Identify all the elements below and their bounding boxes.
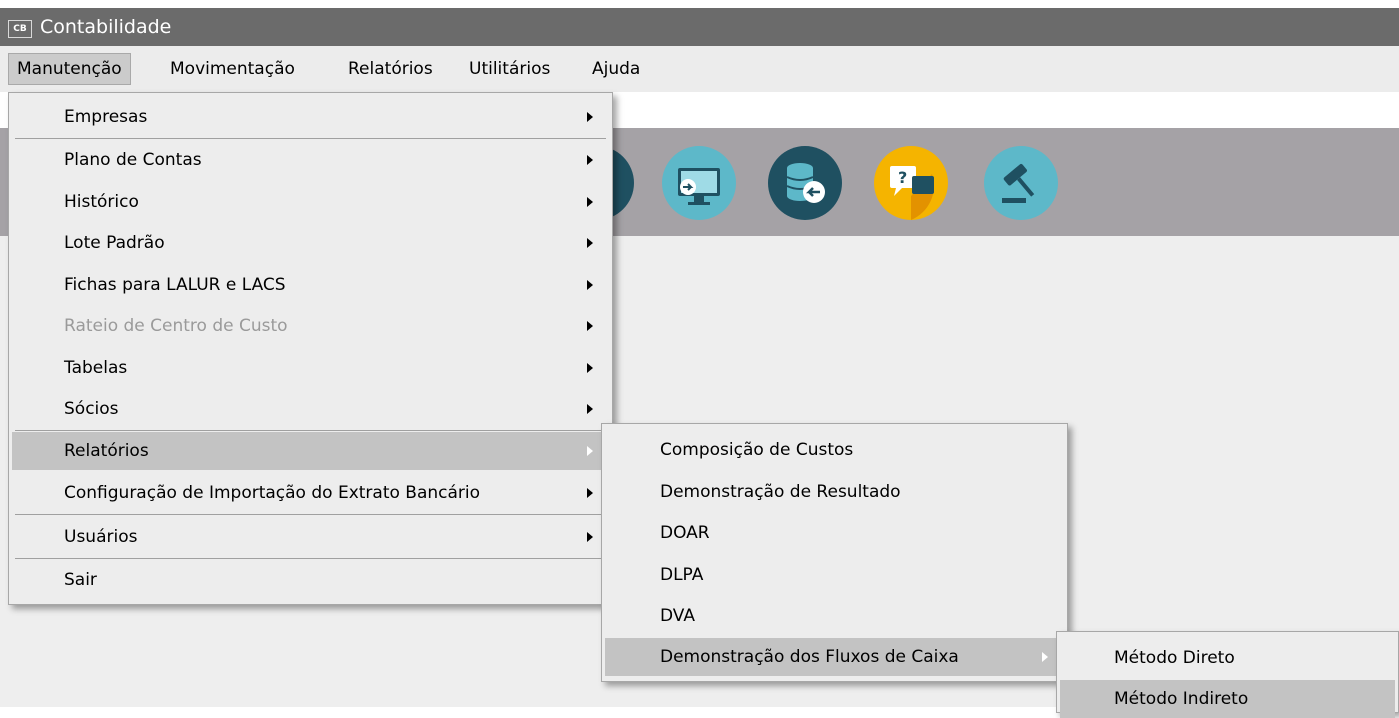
submenu-arrow-icon <box>587 404 593 414</box>
menu-item-socios[interactable]: Sócios <box>12 390 609 428</box>
menu-separator <box>15 138 606 139</box>
menu-ajuda[interactable]: Ajuda <box>584 54 648 84</box>
menu-item-plano-de-contas[interactable]: Plano de Contas <box>12 141 609 179</box>
menu-separator <box>15 558 606 559</box>
menu-item-composicao-custos[interactable]: Composição de Custos <box>605 431 1064 469</box>
menu-item-sair[interactable]: Sair <box>12 561 609 599</box>
submenu-arrow-icon <box>587 321 593 331</box>
help-chat-icon[interactable]: ? <box>874 146 948 220</box>
submenu-arrow-icon <box>587 238 593 248</box>
menu-item-dlpa[interactable]: DLPA <box>605 556 1064 594</box>
menu-item-metodo-direto[interactable]: Método Direto <box>1060 639 1395 677</box>
menu-separator <box>15 430 606 431</box>
gavel-icon[interactable] <box>984 146 1058 220</box>
menu-movimentacao[interactable]: Movimentação <box>162 54 303 84</box>
menu-item-lote-padrao[interactable]: Lote Padrão <box>12 224 609 262</box>
database-arrow-icon[interactable] <box>768 146 842 220</box>
title-bar: CB Contabilidade <box>0 8 1399 46</box>
submenu-arrow-icon <box>587 488 593 498</box>
submenu-arrow-icon <box>587 155 593 165</box>
submenu-arrow-icon <box>587 363 593 373</box>
menu-item-fichas-lalur[interactable]: Fichas para LALUR e LACS <box>12 266 609 304</box>
menu-item-demonstracao-fluxos-caixa[interactable]: Demonstração dos Fluxos de Caixa <box>605 638 1064 676</box>
menu-item-doar[interactable]: DOAR <box>605 514 1064 552</box>
submenu-arrow-icon <box>587 280 593 290</box>
submenu-arrow-icon <box>587 112 593 122</box>
menu-separator <box>15 514 606 515</box>
menu-item-tabelas[interactable]: Tabelas <box>12 349 609 387</box>
submenu-arrow-icon <box>1042 652 1048 662</box>
menu-item-rateio-centro-custo: Rateio de Centro de Custo <box>12 307 609 345</box>
relatorios-submenu: Composição de Custos Demonstração de Res… <box>601 423 1068 682</box>
window-title: Contabilidade <box>40 16 172 38</box>
menu-relatorios[interactable]: Relatórios <box>340 54 441 84</box>
fluxos-caixa-submenu: Método Direto Método Indireto <box>1056 631 1399 718</box>
app-icon: CB <box>8 20 32 38</box>
menu-item-historico[interactable]: Histórico <box>12 183 609 221</box>
menu-bar: Manutenção Movimentação Relatórios Utili… <box>0 46 1399 92</box>
submenu-arrow-icon <box>587 446 593 456</box>
menu-item-dva[interactable]: DVA <box>605 597 1064 635</box>
submenu-arrow-icon <box>587 197 593 207</box>
submenu-arrow-icon <box>587 532 593 542</box>
menu-item-relatorios[interactable]: Relatórios <box>12 432 609 470</box>
manutencao-menu: Empresas Plano de Contas Histórico Lote … <box>8 92 613 605</box>
menu-item-usuarios[interactable]: Usuários <box>12 518 609 556</box>
menu-utilitarios[interactable]: Utilitários <box>461 54 558 84</box>
svg-text:?: ? <box>898 168 907 187</box>
menu-item-config-importacao-extrato[interactable]: Configuração de Importação do Extrato Ba… <box>12 474 609 512</box>
menu-item-empresas[interactable]: Empresas <box>12 98 609 136</box>
menu-manutencao[interactable]: Manutenção <box>8 53 131 85</box>
monitor-arrow-icon[interactable] <box>662 146 736 220</box>
menu-item-demonstracao-resultado[interactable]: Demonstração de Resultado <box>605 473 1064 511</box>
menu-item-metodo-indireto[interactable]: Método Indireto <box>1060 680 1395 718</box>
